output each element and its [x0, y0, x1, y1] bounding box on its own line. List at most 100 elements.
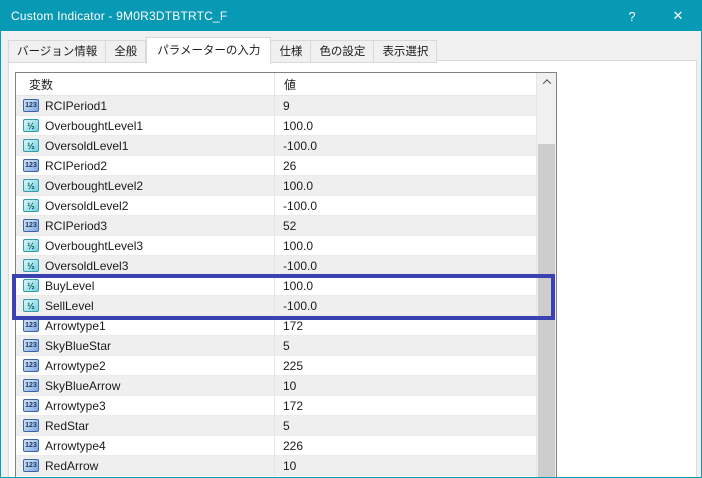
table-row[interactable]: 123 RCIPeriod2 26 [16, 156, 556, 176]
close-button[interactable]: ✕ [655, 1, 701, 31]
variable-cell: ½ OversoldLevel2 [16, 199, 274, 213]
parameter-value[interactable]: 5 [274, 339, 556, 353]
table-row[interactable]: 123 RCIPeriod3 52 [16, 216, 556, 236]
scroll-up-button[interactable] [537, 73, 556, 90]
table-row[interactable]: 123 Arrowtype3 172 [16, 396, 556, 416]
parameter-name: OversoldLevel3 [45, 258, 129, 273]
table-row[interactable]: ½ OversoldLevel3 -100.0 [16, 256, 556, 276]
table-row[interactable]: 123 RCIPeriod1 9 [16, 96, 556, 116]
variable-cell: 123 SkyBlueArrow [16, 379, 274, 393]
table-row[interactable]: ½ OverboughtLevel3 100.0 [16, 236, 556, 256]
parameter-value[interactable]: 26 [274, 159, 556, 173]
double-type-icon: ½ [23, 179, 39, 192]
parameter-value[interactable]: 100.0 [274, 279, 556, 293]
variable-cell: 123 RCIPeriod1 [16, 99, 274, 113]
table-row[interactable]: 123 Arrowtype2 225 [16, 356, 556, 376]
variable-cell: 123 RedStar [16, 419, 274, 433]
variable-cell: 123 Arrowtype1 [16, 319, 274, 333]
help-icon: ? [628, 8, 636, 24]
table-row[interactable]: 123 RedStar 5 [16, 416, 556, 436]
table-row[interactable]: 123 SkyBlueStar 5 [16, 336, 556, 356]
custom-indicator-dialog: Custom Indicator - 9M0R3DTBTRTC_F ? ✕ バー… [0, 0, 702, 478]
parameter-name: RedArrow [45, 458, 99, 473]
variable-cell: 123 Arrowtype3 [16, 399, 274, 413]
tab-color-settings[interactable]: 色の設定 [311, 40, 375, 63]
parameter-name: OverboughtLevel2 [45, 178, 144, 193]
double-type-icon: ½ [23, 259, 39, 272]
table-row[interactable]: 123 Arrowtype4 226 [16, 436, 556, 456]
tab-display-selection[interactable]: 表示選択 [374, 40, 438, 63]
parameter-value[interactable]: 100.0 [274, 179, 556, 193]
parameter-value[interactable]: 172 [274, 399, 556, 413]
vertical-scrollbar[interactable] [536, 73, 556, 477]
tab-version-info[interactable]: バージョン情報 [8, 40, 107, 63]
column-header-variable[interactable]: 変数 [16, 73, 274, 95]
parameter-value[interactable]: 100.0 [274, 119, 556, 133]
parameter-value[interactable]: 225 [274, 359, 556, 373]
parameter-name: SkyBlueArrow [45, 378, 121, 393]
parameter-value[interactable]: 52 [274, 219, 556, 233]
parameter-name: RCIPeriod1 [45, 98, 108, 113]
variable-cell: ½ OverboughtLevel2 [16, 179, 274, 193]
parameter-name: Arrowtype3 [45, 398, 106, 413]
parameter-name: OversoldLevel1 [45, 138, 129, 153]
double-type-icon: ½ [23, 199, 39, 212]
parameter-value[interactable]: 172 [274, 319, 556, 333]
parameter-value[interactable]: 100.0 [274, 239, 556, 253]
help-button[interactable]: ? [609, 1, 655, 31]
integer-type-icon: 123 [23, 439, 39, 452]
tab-bar: バージョン情報 全般 パラメーターの入力 仕様 色の設定 表示選択 [8, 37, 438, 64]
chevron-up-icon [542, 78, 551, 88]
double-type-icon: ½ [23, 299, 39, 312]
integer-type-icon: 123 [23, 339, 39, 352]
variable-cell: 123 SkyBlueStar [16, 339, 274, 353]
variable-cell: ½ OverboughtLevel3 [16, 239, 274, 253]
tab-parameter-input[interactable]: パラメーターの入力 [146, 37, 272, 64]
parameter-value[interactable]: 5 [274, 419, 556, 433]
parameter-value[interactable]: -100.0 [274, 259, 556, 273]
table-row[interactable]: 123 RedArrow 10 [16, 456, 556, 476]
table-row[interactable]: 123 SkyBlueArrow 10 [16, 376, 556, 396]
variable-cell: ½ OversoldLevel3 [16, 259, 274, 273]
close-icon: ✕ [672, 8, 684, 23]
integer-type-icon: 123 [23, 359, 39, 372]
table-row[interactable]: ½ SellLevel -100.0 [16, 296, 556, 316]
parameter-value[interactable]: 226 [274, 439, 556, 453]
integer-type-icon: 123 [23, 219, 39, 232]
table-row[interactable]: ½ OversoldLevel2 -100.0 [16, 196, 556, 216]
table-row[interactable]: ½ OversoldLevel1 -100.0 [16, 136, 556, 156]
column-header-value[interactable]: 値 [274, 73, 556, 95]
parameter-value[interactable]: -100.0 [274, 199, 556, 213]
titlebar[interactable]: Custom Indicator - 9M0R3DTBTRTC_F ? ✕ [1, 1, 701, 31]
integer-type-icon: 123 [23, 399, 39, 412]
variable-cell: ½ SellLevel [16, 299, 274, 313]
table-row[interactable]: ½ OverboughtLevel2 100.0 [16, 176, 556, 196]
tab-specification[interactable]: 仕様 [271, 40, 312, 63]
integer-type-icon: 123 [23, 379, 39, 392]
parameter-name: RCIPeriod3 [45, 218, 108, 233]
variable-cell: ½ OversoldLevel1 [16, 139, 274, 153]
double-type-icon: ½ [23, 279, 39, 292]
integer-type-icon: 123 [23, 459, 39, 472]
parameter-value[interactable]: 10 [274, 379, 556, 393]
table-row[interactable]: 123 Arrowtype1 172 [16, 316, 556, 336]
parameter-name: Arrowtype2 [45, 358, 106, 373]
parameter-name: RCIPeriod2 [45, 158, 108, 173]
parameter-name: Arrowtype4 [45, 438, 106, 453]
table-row[interactable]: ½ BuyLevel 100.0 [16, 276, 556, 296]
integer-type-icon: 123 [23, 99, 39, 112]
parameter-value[interactable]: 9 [274, 99, 556, 113]
parameter-value[interactable]: -100.0 [274, 299, 556, 313]
parameter-value[interactable]: -100.0 [274, 139, 556, 153]
parameter-rows: 123 RCIPeriod1 9 ½ OverboughtLevel1 100.… [16, 96, 556, 476]
variable-cell: 123 RCIPeriod2 [16, 159, 274, 173]
parameter-name: SellLevel [45, 298, 94, 313]
tab-general[interactable]: 全般 [106, 40, 147, 63]
table-row[interactable]: ½ OverboughtLevel1 100.0 [16, 116, 556, 136]
variable-cell: 123 Arrowtype4 [16, 439, 274, 453]
variable-cell: 123 RCIPeriod3 [16, 219, 274, 233]
parameter-name: Arrowtype1 [45, 318, 106, 333]
parameter-value[interactable]: 10 [274, 459, 556, 473]
scrollbar-thumb[interactable] [538, 144, 555, 477]
table-header: 変数 値 [16, 73, 556, 96]
